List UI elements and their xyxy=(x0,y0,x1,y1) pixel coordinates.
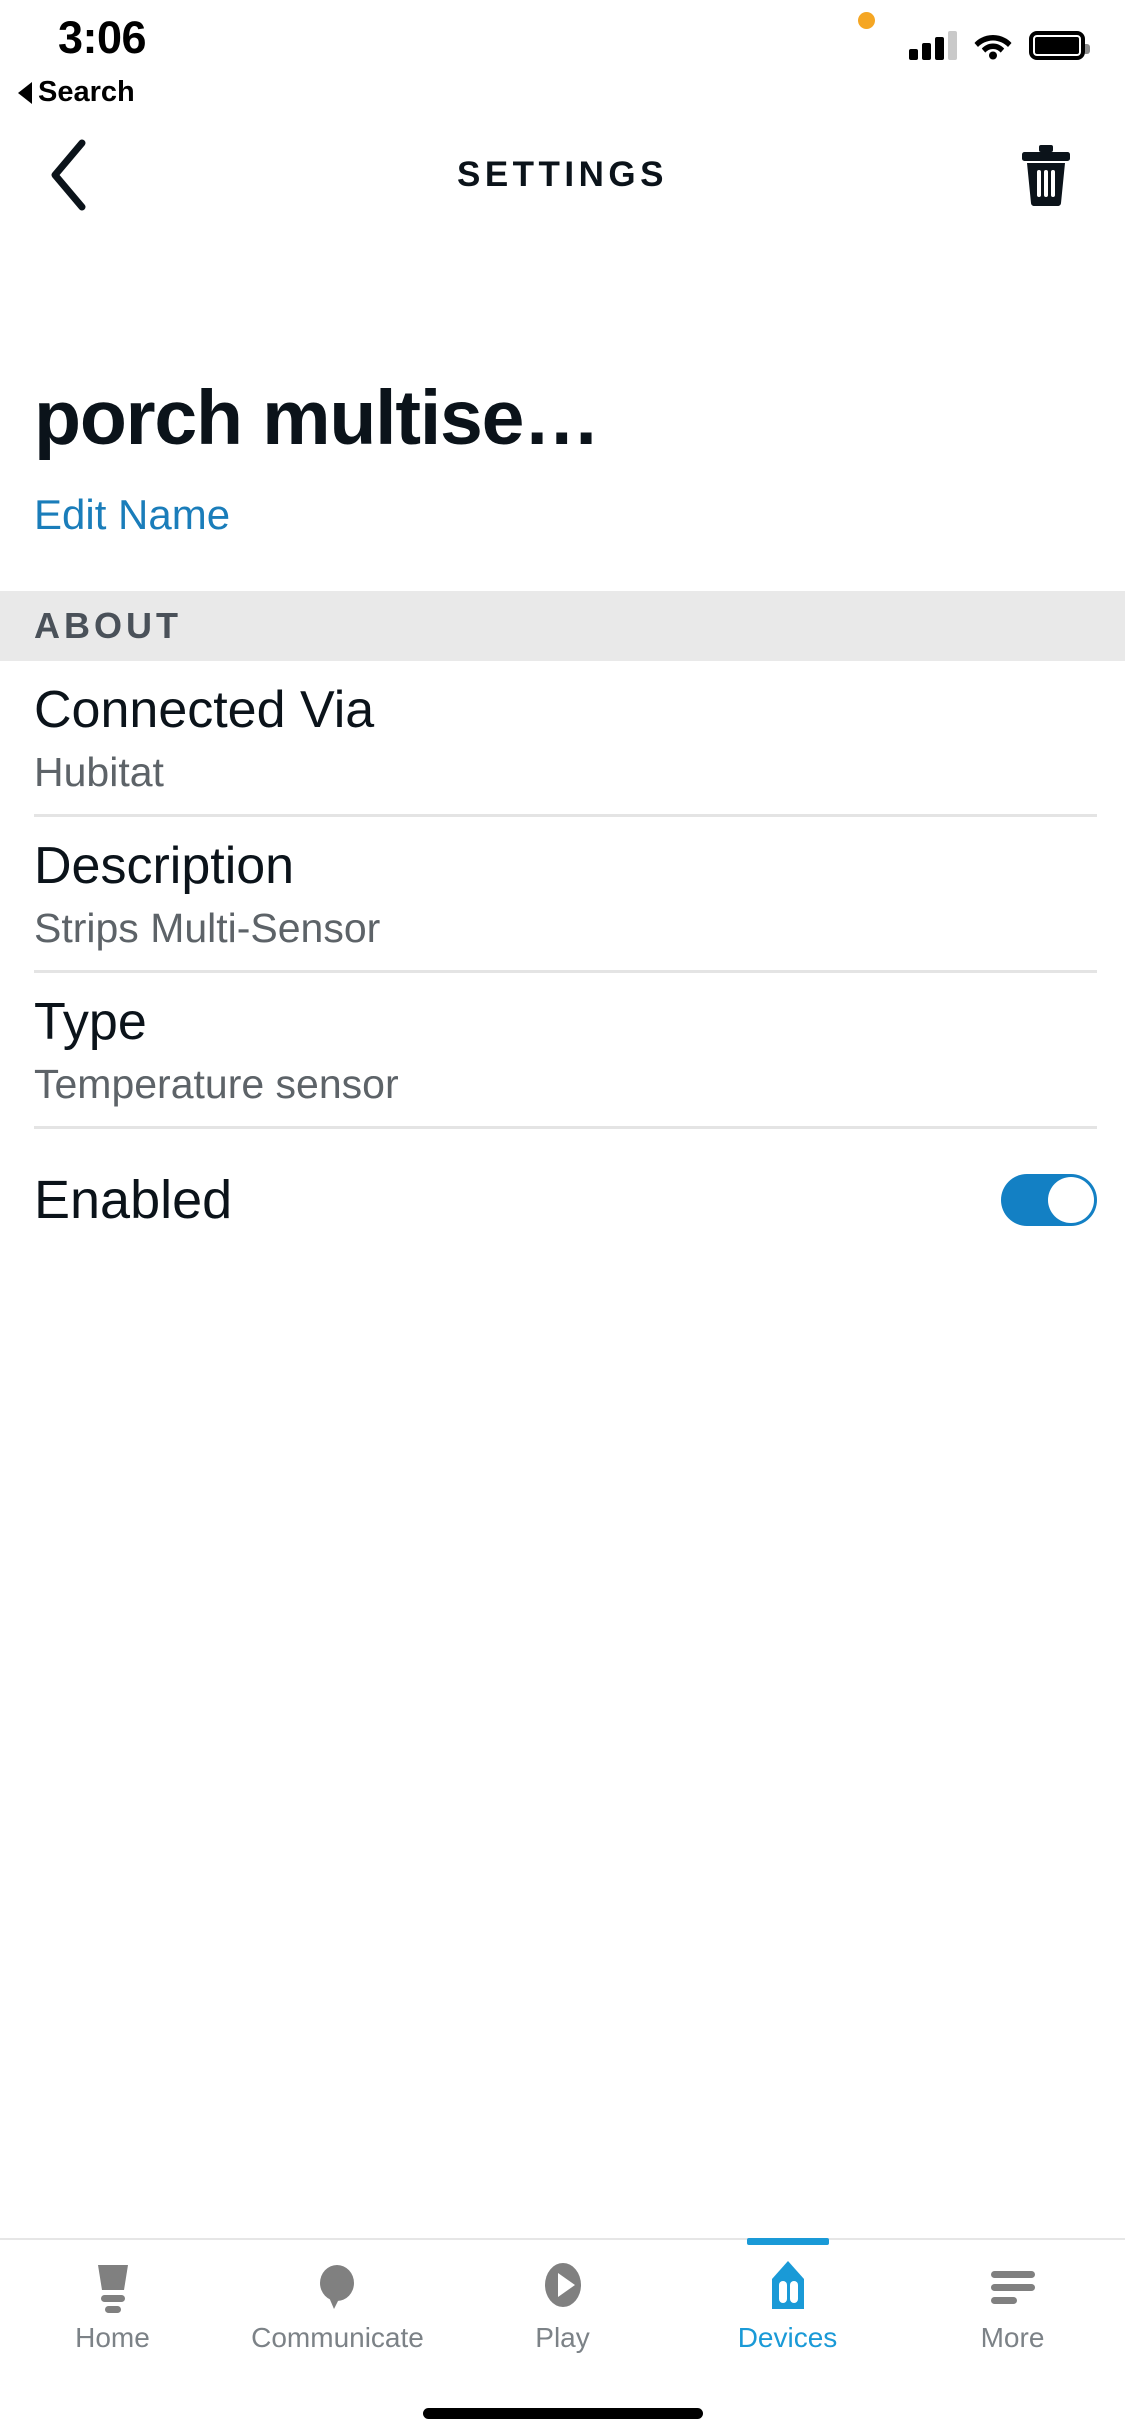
row-value: Strips Multi-Sensor xyxy=(34,904,381,951)
chevron-left-icon xyxy=(51,139,86,211)
wifi-icon xyxy=(974,35,1012,60)
toggle-knob xyxy=(1048,1176,1094,1223)
enabled-toggle[interactable] xyxy=(1001,1173,1097,1226)
app-screen: 3:06 Search SETTINGS porch multise… Edit… xyxy=(0,0,1125,2436)
row-label: Description xyxy=(34,836,295,895)
row-label: Type xyxy=(34,992,147,1051)
hamburger-menu-icon xyxy=(985,2254,1041,2316)
row-value: Hubitat xyxy=(34,748,164,795)
enabled-row: Enabled xyxy=(34,1129,1097,1241)
tab-more[interactable]: More xyxy=(900,2240,1125,2390)
about-list: Connected Via Hubitat Description Strips… xyxy=(0,661,1125,1241)
enabled-label: Enabled xyxy=(34,1169,233,1230)
back-app-label: Search xyxy=(38,76,135,108)
table-row: Type Temperature sensor xyxy=(34,973,1097,1129)
battery-icon xyxy=(1029,30,1090,60)
back-button[interactable] xyxy=(30,135,110,215)
navigation-bar: SETTINGS xyxy=(0,120,1125,230)
tab-label: Play xyxy=(535,2322,590,2353)
tab-label: Communicate xyxy=(251,2322,424,2353)
about-section-label: ABOUT xyxy=(34,605,182,646)
status-icons xyxy=(909,30,1090,60)
row-label: Connected Via xyxy=(34,681,375,739)
orange-recording-dot xyxy=(858,12,875,29)
device-header: porch multise… Edit Name xyxy=(0,230,1125,539)
tab-home[interactable]: Home xyxy=(0,2240,225,2390)
active-tab-indicator xyxy=(746,2238,829,2245)
home-indicator-area xyxy=(0,2390,1125,2436)
bottom-tab-bar: Home Communicate Play Devices More xyxy=(0,2238,1125,2390)
table-row: Description Strips Multi-Sensor xyxy=(34,817,1097,973)
home-icon xyxy=(85,2254,141,2316)
tab-label: Home xyxy=(75,2322,150,2353)
devices-house-icon xyxy=(760,2254,816,2316)
cellular-signal-icon xyxy=(909,30,957,60)
trash-icon xyxy=(1022,145,1070,206)
back-triangle-icon xyxy=(18,81,32,104)
home-indicator[interactable] xyxy=(422,2407,703,2419)
status-bar: 3:06 Search xyxy=(0,0,1125,120)
tab-communicate[interactable]: Communicate xyxy=(225,2240,450,2390)
edit-name-link[interactable]: Edit Name xyxy=(34,491,230,539)
tab-devices[interactable]: Devices xyxy=(675,2238,900,2390)
play-circle-icon xyxy=(535,2254,591,2316)
back-to-search-link[interactable]: Search xyxy=(18,76,135,109)
status-time: 3:06 xyxy=(58,12,147,63)
device-name: porch multise… xyxy=(34,375,600,461)
about-section-header: ABOUT xyxy=(0,591,1125,661)
delete-device-button[interactable] xyxy=(1011,135,1081,215)
page-title: SETTINGS xyxy=(456,155,669,194)
table-row: Connected Via Hubitat xyxy=(34,661,1097,817)
tab-label: Devices xyxy=(737,2322,838,2353)
speech-bubble-icon xyxy=(310,2254,366,2316)
row-value: Temperature sensor xyxy=(34,1060,399,1107)
tab-label: More xyxy=(980,2322,1045,2353)
tab-play[interactable]: Play xyxy=(450,2240,675,2390)
